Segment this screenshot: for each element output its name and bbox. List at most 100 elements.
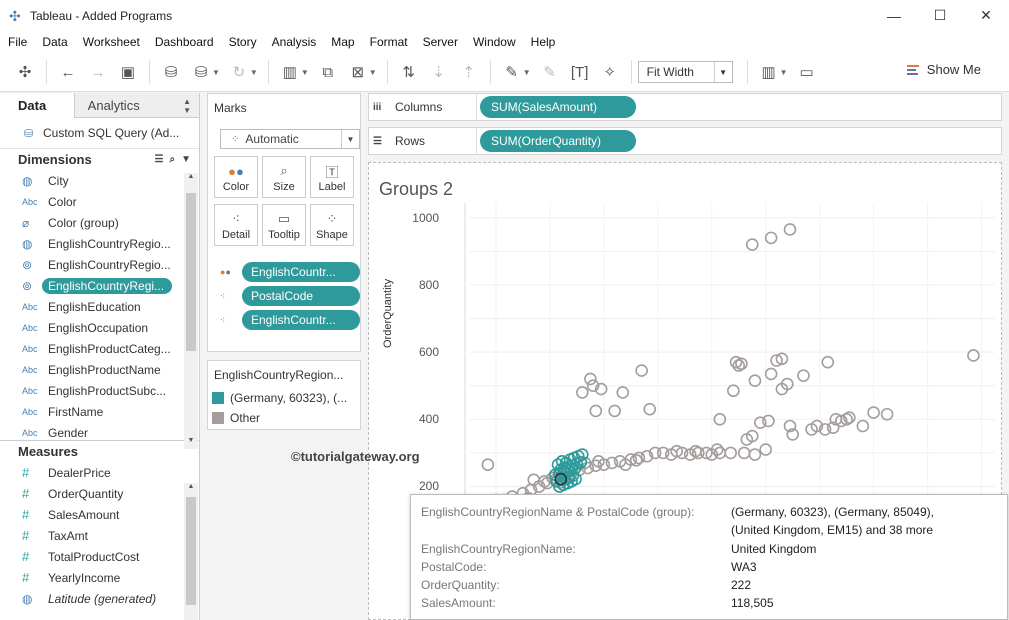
tableau-home-icon[interactable]: ✣ (14, 61, 36, 83)
label-button[interactable]: 🅃 Label (310, 156, 354, 198)
datasource-item[interactable]: ⛁ Custom SQL Query (Ad... (0, 118, 199, 148)
redo-icon[interactable]: → (87, 61, 109, 83)
dimension-field[interactable]: Abc Gender (0, 422, 199, 440)
scatter-point[interactable] (748, 448, 762, 461)
size-button[interactable]: ⌕ Size (262, 156, 306, 198)
fit-select[interactable]: Fit Width ▼ (637, 61, 733, 83)
dimension-field[interactable]: ◍ EnglishCountryRegio... (0, 233, 199, 254)
detail-button[interactable]: ⁖ Detail (214, 204, 258, 246)
show-me-button[interactable]: Show Me (906, 62, 981, 77)
chevron-down-icon[interactable]: ▼ (212, 68, 220, 77)
minimize-button[interactable]: — (871, 0, 917, 31)
mark-type-select[interactable]: ⁘ Automatic ▼ (220, 129, 360, 149)
swap-icon[interactable]: ⇅ (398, 61, 420, 83)
show-cards-icon[interactable]: ▥ (758, 61, 780, 83)
menu-format[interactable]: Format (362, 35, 415, 49)
scatter-point[interactable] (821, 355, 835, 369)
scrollbar-thumb[interactable] (186, 193, 196, 351)
measure-field[interactable]: # DealerPrice (0, 462, 199, 483)
refresh-icon[interactable]: ↻ (228, 61, 250, 83)
dimension-field[interactable]: Abc EnglishOccupation (0, 317, 199, 338)
scroll-up-icon[interactable]: ▲ (184, 173, 198, 185)
scatter-point[interactable] (856, 419, 870, 433)
pause-updates-icon[interactable]: ⛁ (190, 61, 212, 83)
scatter-point[interactable] (797, 369, 810, 382)
scroll-down-icon[interactable]: ▼ (184, 437, 198, 449)
menu-analysis[interactable]: Analysis (264, 35, 324, 49)
sort-ascending-icon[interactable]: ⇣ (428, 61, 450, 83)
scrollbar-thumb[interactable] (186, 497, 196, 605)
scatter-point[interactable] (880, 407, 894, 421)
menu-server[interactable]: Server (415, 35, 465, 49)
color-button[interactable]: ● ● Color (214, 156, 258, 198)
dimension-field[interactable]: ◍ City (0, 170, 199, 191)
dimension-field[interactable]: Abc EnglishProductSubc... (0, 380, 199, 401)
scatter-point[interactable] (584, 372, 597, 386)
dimension-field[interactable]: ⊚ EnglishCountryRegio... (0, 254, 199, 275)
rows-shelf[interactable]: ☰ Rows SUM(OrderQuantity) (368, 127, 1002, 155)
close-button[interactable]: ✕ (963, 0, 1009, 31)
dimension-field[interactable]: ⌀ Color (group) (0, 212, 199, 233)
measure-field[interactable]: # SalesAmount (0, 504, 199, 525)
scatter-point[interactable] (635, 364, 648, 377)
menu-help[interactable]: Help (523, 35, 563, 49)
dimension-field[interactable]: Abc EnglishProductCateg... (0, 338, 199, 359)
scroll-up-icon[interactable]: ▲ (184, 483, 198, 495)
scatter-point[interactable] (575, 386, 589, 399)
columns-shelf[interactable]: iii Columns SUM(SalesAmount) (368, 93, 1002, 121)
scatter-point[interactable] (481, 458, 495, 471)
fix-axes-icon[interactable]: ✧ (599, 61, 621, 83)
tab-data[interactable]: Data (0, 93, 75, 118)
scatter-point[interactable] (616, 386, 630, 399)
dimension-field[interactable]: Abc EnglishEducation (0, 296, 199, 317)
measures-scrollbar[interactable]: ▲ (184, 483, 198, 620)
menu-worksheet[interactable]: Worksheet (75, 35, 147, 49)
scatter-point[interactable] (643, 402, 657, 416)
dimension-field[interactable]: ⊚ EnglishCountryRegi... (0, 275, 199, 296)
chevron-down-icon[interactable]: ▼ (523, 68, 531, 77)
scatter-point[interactable] (608, 404, 621, 418)
scatter-point[interactable] (748, 374, 762, 387)
menu-window[interactable]: Window (465, 35, 523, 49)
search-icon[interactable]: ⌕ (169, 154, 175, 165)
scatter-point[interactable] (764, 367, 778, 381)
sort-descending-icon[interactable]: ⇡ (458, 61, 480, 83)
marks-pill-detail[interactable]: ⁖ EnglishCountr... (220, 310, 360, 330)
menu-file[interactable]: File (0, 35, 34, 49)
measure-field[interactable]: ◍ Latitude (generated) (0, 588, 199, 609)
tab-analytics[interactable]: Analytics ▲ ▼ (75, 93, 199, 118)
menu-map[interactable]: Map (323, 35, 361, 49)
pane-sort-icon[interactable]: ▲ ▼ (183, 97, 191, 115)
new-datasource-icon[interactable]: ⛁ (160, 61, 182, 83)
legend-item[interactable]: Other (208, 408, 360, 428)
tooltip-button[interactable]: ▭ Tooltip (262, 204, 306, 246)
legend-item[interactable]: (Germany, 60323), (... (208, 388, 360, 408)
presentation-mode-icon[interactable]: ▭ (796, 61, 818, 83)
chevron-down-icon[interactable]: ▼ (369, 68, 377, 77)
chevron-down-icon[interactable]: ▼ (250, 68, 258, 77)
shape-button[interactable]: ⁘ Shape (310, 204, 354, 246)
measure-field[interactable]: # OrderQuantity (0, 483, 199, 504)
duplicate-sheet-icon[interactable]: ⧉ (317, 61, 339, 83)
measure-field[interactable]: # TaxAmt (0, 525, 199, 546)
chevron-down-icon[interactable]: ▼ (301, 68, 309, 77)
scatter-point[interactable] (764, 231, 778, 245)
group-members-icon[interactable]: ✎ (539, 61, 561, 83)
dimension-field[interactable]: Abc FirstName (0, 401, 199, 422)
scatter-point[interactable] (727, 384, 740, 398)
menu-story[interactable]: Story (221, 35, 264, 49)
clear-sheet-icon[interactable]: ⊠ (347, 61, 369, 83)
scatter-point[interactable] (745, 238, 759, 251)
undo-icon[interactable]: ← (57, 61, 79, 83)
highlight-icon[interactable]: ✎ (501, 61, 523, 83)
measure-field[interactable]: # YearlyIncome (0, 567, 199, 588)
measure-field[interactable]: # TotalProductCost (0, 546, 199, 567)
new-worksheet-icon[interactable]: ▥ (279, 61, 301, 83)
scatter-point[interactable] (783, 223, 797, 236)
rows-pill[interactable]: SUM(OrderQuantity) (480, 130, 636, 152)
chevron-down-icon[interactable]: ▼ (780, 68, 788, 77)
marks-pill-detail[interactable]: ⁖ PostalCode (220, 286, 360, 306)
columns-pill[interactable]: SUM(SalesAmount) (480, 96, 636, 118)
save-icon[interactable]: ▣ (117, 61, 139, 83)
scatter-point[interactable] (589, 404, 603, 418)
